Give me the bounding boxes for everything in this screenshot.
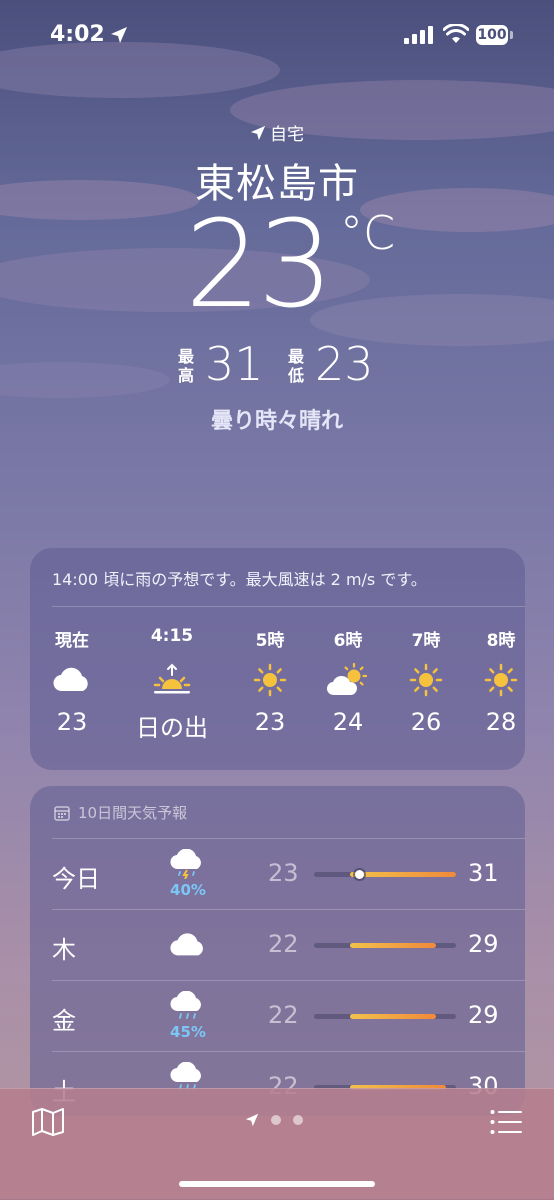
hourly-item: 8時 28 [461,626,541,736]
page-dot [293,1115,303,1125]
range-fill [349,943,437,948]
hour-label: 現在 [55,631,89,651]
forecast-summary: 14:00 頃に雨の予想です。最大風速は 2 m/s です。 [52,570,427,589]
low-temp: 22 [268,930,299,958]
wifi-icon [443,24,469,43]
hour-temp: 23 [56,708,88,736]
hourly-item: 6時 24 [308,626,388,736]
location-arrow-icon [245,1113,259,1127]
hourly-item: 4:15 日の出 [132,626,212,743]
temperature-range-bar [314,1014,456,1019]
status-time: 4:02 [50,22,105,47]
hour-label: 5時 [255,631,285,651]
status-bar: 4:02 100 [0,0,554,70]
location-arrow-icon [250,125,266,140]
daily-row[interactable]: 木 22 29 [30,910,525,980]
high-value: 31 [205,337,264,391]
sun-icon [484,663,518,697]
sunrise-icon [153,663,191,694]
day-label: 今日 [52,865,100,893]
hour-temp: 日の出 [136,714,208,742]
location-arrow-icon [111,27,127,43]
sun-icon [253,663,287,697]
weather-icon-cell [168,932,208,962]
hour-label: 7時 [411,631,441,651]
temperature-range-bar [314,870,456,879]
day-label: 金 [52,1007,76,1035]
hour-temp: 24 [332,708,364,736]
home-location-label: 自宅 [0,120,554,145]
home-indicator[interactable] [179,1181,375,1187]
high-low-temperatures: 最高 31 最低 23 [0,337,554,395]
bottom-toolbar [0,1088,554,1200]
sun-icon [409,663,443,697]
precip-chance: 40% [170,881,206,899]
condition-text: 曇り時々晴れ [210,409,343,434]
hourly-item: 5時 23 [230,626,310,736]
temperature-range-bar [314,943,456,948]
weather-icon-cell: 45% [168,990,208,1041]
high-temp: 29 [468,1001,499,1029]
cloud-rain-icon [170,990,201,1019]
daily-row[interactable]: 今日 40% 23 31 [30,839,525,909]
ten-day-title-text: 10日間天気予報 [78,804,188,822]
hourly-forecast-card[interactable]: 14:00 頃に雨の予想です。最大風速は 2 m/s です。 現在 23 4:1… [30,548,525,770]
home-label-text: 自宅 [270,125,304,145]
current-temp-dot [355,870,365,879]
high-temp: 31 [468,859,499,887]
low-temp: 23 [268,859,299,887]
day-label: 木 [52,936,76,964]
location-list-icon[interactable] [490,1109,522,1135]
cellular-signal-icon [404,26,433,44]
calendar-icon [54,805,70,821]
page-indicator[interactable] [245,1113,303,1127]
hourly-item: 現在 23 [32,626,112,736]
low-value: 23 [315,337,374,391]
battery-indicator: 100 [476,25,508,45]
hour-label: 4:15 [150,626,194,646]
cloud-icon [53,667,88,692]
thunderstorm-rain-icon [170,848,201,880]
hourly-item: 7時 26 [386,626,466,736]
cloud-icon [170,933,203,956]
high-temp: 29 [468,930,499,958]
range-fill [349,1014,437,1019]
hour-temp: 23 [254,708,286,736]
range-fill [349,872,456,877]
daily-row[interactable]: 金 45% 22 29 [30,981,525,1051]
partly-cloudy-icon [327,663,368,696]
battery-tip [510,31,513,39]
ten-day-title: 10日間天気予報 [54,802,187,823]
map-icon[interactable] [31,1107,65,1137]
hour-label: 8時 [486,631,516,651]
low-label: 最低 [288,347,305,385]
temperature-value: 23 [185,196,334,335]
ten-day-forecast-card[interactable]: 10日間天気予報 今日 40% 23 31 木 22 29 金 45% 22 2… [30,786,525,1116]
temperature-unit: °C [340,206,396,260]
hour-label: 6時 [333,631,363,651]
hour-temp: 26 [410,708,442,736]
weather-icon-cell: 40% [168,848,208,899]
high-label: 最高 [178,347,195,385]
hour-temp: 28 [485,708,517,736]
page-dot [271,1115,281,1125]
divider [52,606,525,607]
low-temp: 22 [268,1001,299,1029]
precip-chance: 45% [170,1023,206,1041]
